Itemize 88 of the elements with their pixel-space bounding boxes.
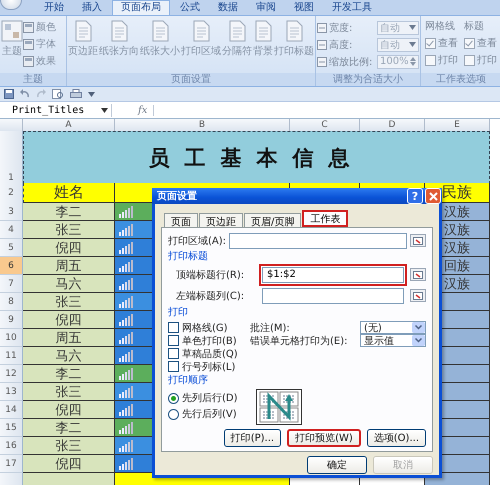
group-label: 页面设置 [67,73,315,86]
option-heading: 标题 [464,20,485,33]
row-header: 16 [0,437,23,455]
table-cell: 周五 [23,257,115,275]
column-header[interactable]: B [115,119,290,132]
input-field[interactable]: $1:$2 [262,266,404,282]
table-cell: 张三 [23,221,115,239]
ribbon-tab[interactable]: 审阅 [248,1,284,15]
table-cell: 马六 [23,347,115,365]
checkbox-label: 单色打印(B) [182,334,237,348]
table-cell: 姓名 [23,183,115,203]
row-header: 5 [0,239,23,257]
field-label: 宽度: [329,22,352,34]
table-cell: 张三 [23,437,115,455]
ribbon-tab[interactable]: 插入 [74,1,110,15]
column-header[interactable]: A [23,119,115,132]
group-label: 主题 [0,73,66,86]
ribbon-tab[interactable]: 开发工具 [324,1,380,15]
checkbox-label: 打印 [438,54,458,67]
table-cell: 倪四 [23,401,115,419]
row-header: 7 [0,275,23,293]
row-header: 15 [0,419,23,437]
field-label: 批注(M): [250,322,291,334]
column-header[interactable]: C [290,119,360,132]
row-header: 8 [0,293,23,311]
ribbon-tab[interactable]: 页面布局 [112,0,170,15]
row-header: 9 [0,311,23,329]
table-cell: 周五 [23,329,115,347]
field-label: 缩放比例: [329,56,372,68]
table-cell: 张三 [23,293,115,311]
dialog-button[interactable]: 选项(O)... [366,429,426,447]
dialog-button[interactable]: 打印预览(W) [287,429,361,447]
dialog-button[interactable]: 打印(P)... [224,429,282,447]
field-label: 左端标题列(C): [176,290,246,302]
section-label: 打印顺序 [168,375,209,387]
section-label: 打印 [168,307,189,319]
row-header: 4 [0,221,23,239]
table-cell: 倪四 [23,455,115,473]
row-header: 14 [0,401,23,419]
field-label: 打印区域(A): [168,234,226,248]
dropdown-field[interactable]: (无) [360,321,426,334]
row-header: 2 [0,183,23,204]
dialog-tab[interactable]: 页边距 [199,213,243,227]
checkbox-label: 草稿品质(Q) [182,348,238,360]
help-button[interactable]: ? [407,188,423,204]
row-header: 1 [0,131,23,184]
option-heading: 网格线 [425,20,456,33]
group-label: 调整为合适大小 [316,73,420,86]
table-cell: 倪四 [23,311,115,329]
checkbox-label: 行号列标(L) [182,360,236,374]
ribbon-tab[interactable]: 公式 [172,1,208,15]
row-header: 6 [0,257,23,275]
checkbox-label: 打印 [477,54,497,67]
checkbox-label: 查看 [477,36,497,50]
table-cell: 李二 [23,419,115,437]
section-label: 打印标题 [168,251,209,263]
dropdown-field[interactable]: 显示值 [360,334,426,347]
field-label: 顶端标题行(R): [176,268,246,282]
radio-label: 先列后行(D) [182,392,238,405]
table-cell: 张三 [23,383,115,401]
table-cell: 李二 [23,203,115,221]
dialog-tab[interactable]: 工作表 [302,210,348,227]
row-header: 11 [0,347,23,365]
row-header: 17 [0,455,23,473]
checkbox-label: 查看 [438,36,458,50]
column-header[interactable]: D [360,119,425,132]
field-label: 高度: [329,38,352,52]
ribbon-tab[interactable]: 数据 [210,1,246,15]
row-header: 12 [0,365,23,383]
dialog-tab[interactable]: 页面 [164,213,198,227]
group-label: 工作表选项 [421,73,500,86]
ribbon-tab[interactable]: 视图 [286,1,322,15]
radio-label: 先行后列(V) [182,408,237,421]
checkbox-label: 网格线(G) [182,322,228,334]
row-header: 13 [0,383,23,401]
dialog-title: 页面设置 [157,190,197,203]
sheet-title: 员工基本信息 [23,131,490,184]
column-header[interactable]: E [425,119,490,132]
name-box[interactable]: Print_Titles [0,104,112,116]
field-label: 错误单元格打印为(E): [250,334,348,348]
dialog-button[interactable]: 确定 [307,456,367,474]
table-cell: 马六 [23,275,115,293]
table-cell: 李二 [23,365,115,383]
dialog-tab[interactable]: 页眉/页脚 [244,213,302,227]
row-header: 3 [0,203,23,221]
table-cell: 倪四 [23,239,115,257]
row-header: 10 [0,329,23,347]
ribbon-tab[interactable]: 开始 [36,1,72,15]
